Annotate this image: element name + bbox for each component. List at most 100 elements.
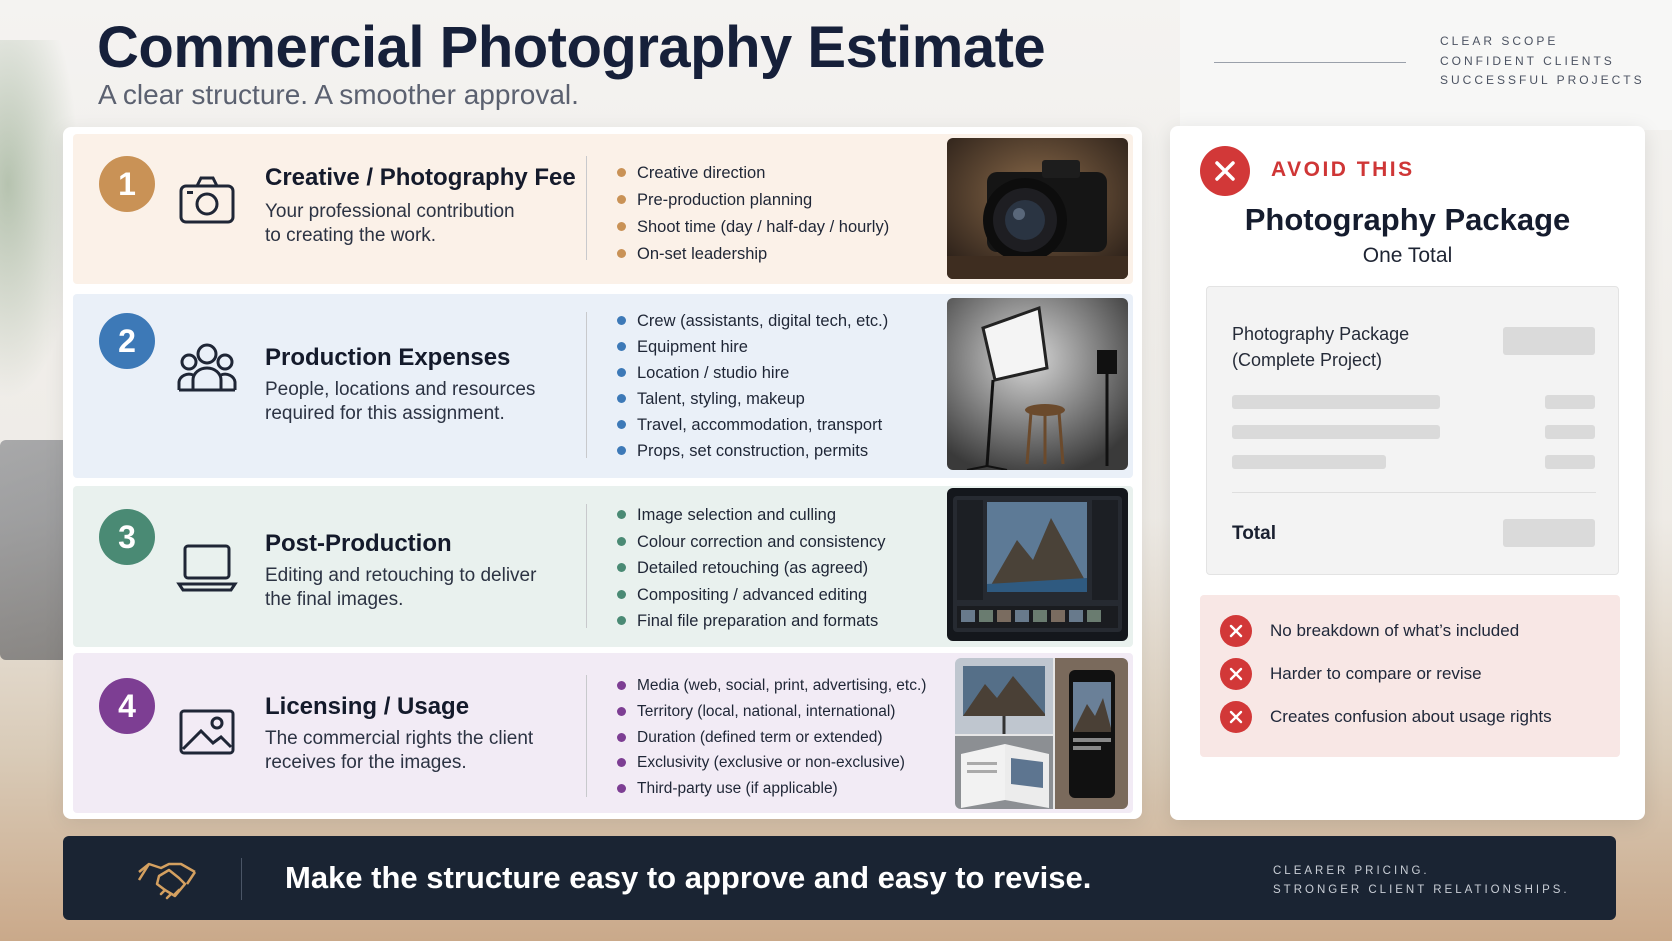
- section-creative-fee: 1 Creative / Photography Fee Your profes…: [73, 134, 1133, 284]
- section-post-production: 3 Post-Production Editing and retouching…: [73, 486, 1133, 647]
- footer-message: Make the structure easy to approve and e…: [285, 860, 1092, 895]
- list-item: Creative direction: [613, 160, 889, 187]
- section-licensing-usage: 4 Licensing / Usage The commercial right…: [73, 653, 1133, 813]
- list-item: Props, set construction, permits: [613, 438, 888, 464]
- mockup-divider: [1232, 492, 1596, 493]
- background-laptop: [0, 440, 70, 660]
- placeholder-line: [1232, 425, 1440, 439]
- issue-item: Harder to compare or revise: [1220, 658, 1482, 690]
- editing-software-photo: [947, 488, 1128, 641]
- list-item: Talent, styling, makeup: [613, 386, 888, 412]
- usage-collage-photo: [955, 658, 1128, 809]
- list-item: Territory (local, national, internationa…: [613, 699, 926, 725]
- section-number-badge: 1: [99, 156, 155, 212]
- section-bullet-list: Media (web, social, print, advertising, …: [613, 673, 926, 802]
- avoid-card-title: Photography Package: [1244, 202, 1571, 237]
- section-description: Editing and retouching to deliver the fi…: [265, 564, 536, 612]
- issues-box: No breakdown of what’s included Harder t…: [1200, 595, 1620, 757]
- x-circle-icon: [1220, 615, 1252, 647]
- section-description: The commercial rights the client receive…: [265, 727, 533, 775]
- handshake-icon: [137, 862, 197, 900]
- issue-item: No breakdown of what’s included: [1220, 615, 1519, 647]
- section-description: Your professional contribution to creati…: [265, 200, 515, 248]
- placeholder-line: [1232, 455, 1386, 469]
- list-item: Media (web, social, print, advertising, …: [613, 673, 926, 699]
- section-bullet-list: Crew (assistants, digital tech, etc.) Eq…: [613, 308, 888, 464]
- section-divider: [586, 312, 587, 458]
- section-bullet-list: Creative direction Pre-production planni…: [613, 160, 889, 268]
- package-line-item-note: (Complete Project): [1232, 350, 1383, 370]
- section-divider: [586, 504, 587, 628]
- x-circle-icon: [1220, 658, 1252, 690]
- list-item: Exclusivity (exclusive or non-exclusive): [613, 750, 926, 776]
- section-title: Creative / Photography Fee: [265, 164, 576, 191]
- avoid-x-icon: [1200, 146, 1250, 196]
- list-item: Crew (assistants, digital tech, etc.): [613, 308, 888, 334]
- header-tagline: CLEAR SCOPE CONFIDENT CLIENTS SUCCESSFUL…: [1440, 32, 1645, 91]
- section-number-badge: 4: [99, 678, 155, 734]
- list-item: Image selection and culling: [613, 502, 886, 529]
- tagline-line-2: CONFIDENT CLIENTS: [1440, 53, 1615, 68]
- issue-item: Creates confusion about usage rights: [1220, 701, 1552, 733]
- section-divider: [586, 675, 587, 797]
- footer-tagline: CLEARER PRICING. STRONGER CLIENT RELATIO…: [1273, 862, 1570, 900]
- section-title: Production Expenses: [265, 344, 511, 371]
- placeholder-line: [1545, 425, 1595, 439]
- list-item: Final file preparation and formats: [613, 608, 886, 635]
- footer-tagline-line-1: CLEARER PRICING.: [1273, 865, 1430, 877]
- list-item: Third-party use (if applicable): [613, 776, 926, 802]
- section-number-badge: 3: [99, 509, 155, 565]
- image-icon: [179, 709, 235, 755]
- footer-tagline-line-2: STRONGER CLIENT RELATIONSHIPS.: [1273, 884, 1570, 896]
- list-item: Detailed retouching (as agreed): [613, 555, 886, 582]
- section-description: People, locations and resources required…: [265, 378, 535, 426]
- page-subtitle: A clear structure. A smoother approval.: [98, 79, 579, 110]
- list-item: Pre-production planning: [613, 187, 889, 214]
- section-number-badge: 2: [99, 313, 155, 369]
- list-item: Duration (defined term or extended): [613, 725, 926, 751]
- laptop-icon: [176, 544, 238, 592]
- section-title: Licensing / Usage: [265, 693, 470, 720]
- camera-photo: [947, 138, 1128, 279]
- section-description-line: The commercial rights the client: [265, 728, 534, 749]
- section-title: Post-Production: [265, 530, 452, 557]
- total-placeholder: [1503, 519, 1595, 547]
- section-description-line: to creating the work.: [265, 225, 437, 246]
- section-divider: [586, 156, 587, 260]
- avoid-card: AVOID THIS Photography Package One Total…: [1170, 126, 1645, 820]
- section-description-line: Your professional contribution: [265, 201, 515, 222]
- avoid-label: AVOID THIS: [1271, 158, 1415, 181]
- camera-icon: [179, 176, 235, 224]
- single-total-mockup: Photography Package (Complete Project) T…: [1206, 286, 1619, 575]
- price-placeholder: [1503, 327, 1595, 355]
- people-icon: [177, 343, 237, 392]
- issue-text: Harder to compare or revise: [1270, 664, 1482, 683]
- section-description-line: the final images.: [265, 589, 404, 610]
- list-item: Shoot time (day / half-day / hourly): [613, 214, 889, 241]
- tagline-divider: [1214, 62, 1406, 63]
- tagline-line-1: CLEAR SCOPE: [1440, 34, 1559, 48]
- section-bullet-list: Image selection and culling Colour corre…: [613, 502, 886, 635]
- list-item: Compositing / advanced editing: [613, 582, 886, 609]
- package-line-item-name: Photography Package: [1232, 324, 1410, 344]
- footer-divider: [241, 858, 242, 900]
- total-label: Total: [1232, 523, 1276, 544]
- avoid-card-subtitle: One Total: [1362, 244, 1453, 267]
- placeholder-line: [1232, 395, 1440, 409]
- list-item: Travel, accommodation, transport: [613, 412, 888, 438]
- package-line-item: Photography Package (Complete Project): [1232, 321, 1409, 373]
- section-description-line: receives for the images.: [265, 752, 467, 773]
- section-description-line: Editing and retouching to deliver: [265, 565, 537, 586]
- x-circle-icon: [1220, 701, 1252, 733]
- issue-text: Creates confusion about usage rights: [1270, 707, 1552, 726]
- list-item: On-set leadership: [613, 241, 889, 268]
- list-item: Colour correction and consistency: [613, 529, 886, 556]
- tagline-line-3: SUCCESSFUL PROJECTS: [1440, 73, 1645, 87]
- list-item: Equipment hire: [613, 334, 888, 360]
- page-title: Commercial Photography Estimate: [97, 15, 1046, 80]
- issue-text: No breakdown of what’s included: [1270, 621, 1520, 640]
- footer-banner: Make the structure easy to approve and e…: [63, 836, 1616, 920]
- placeholder-line: [1545, 455, 1595, 469]
- list-item: Location / studio hire: [613, 360, 888, 386]
- section-description-line: People, locations and resources: [265, 379, 536, 400]
